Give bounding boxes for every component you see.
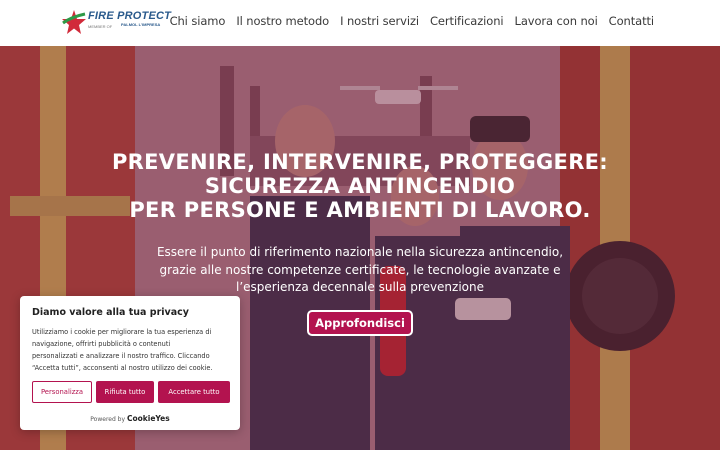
hero-title-line: SICUREZZA ANTINCENDIO [204, 174, 516, 198]
approfondisci-button[interactable]: Approfondisci [307, 310, 413, 336]
cookie-text-line: Utilizziamo i cookie per migliorare la t… [32, 328, 212, 336]
cookie-text-line: “Accetta tutti”, acconsenti al nostro ut… [32, 364, 213, 372]
cookie-description: Utilizziamo i cookie per migliorare la t… [32, 326, 232, 374]
logo-name: FIRE PROTECT [88, 10, 172, 22]
powered-prefix: Powered by [90, 416, 126, 423]
nav-item-contatti[interactable]: Contatti [609, 14, 654, 28]
nav-item-certificazioni[interactable]: Certificazioni [430, 14, 504, 28]
hero-title-line: PER PERSONE E AMBIENTI DI LAVORO. [129, 198, 591, 222]
nav-item-servizi[interactable]: I nostri servizi [340, 14, 419, 28]
cookie-text-line: navigazione, offrirti pubblicità o conte… [32, 340, 171, 348]
main-nav: Chi siamo Il nostro metodo I nostri serv… [170, 14, 655, 28]
cookie-buttons: Personalizza Rifiuta tutto Accettare tut… [32, 381, 230, 403]
logo-mark: PALMOL L'IMPRESA [121, 22, 161, 27]
powered-by: Powered by CookieYes [20, 414, 240, 423]
reject-all-button[interactable]: Rifiuta tutto [96, 381, 154, 403]
nav-item-lavora-con-noi[interactable]: Lavora con noi [515, 14, 598, 28]
customize-button[interactable]: Personalizza [32, 381, 92, 403]
cookie-text-line: personalizzati e analizzare il nostro tr… [32, 352, 210, 360]
cookieyes-brand[interactable]: CookieYes [127, 414, 170, 423]
hero-text-line: Essere il punto di riferimento nazionale… [156, 245, 564, 259]
nav-item-metodo[interactable]: Il nostro metodo [236, 14, 329, 28]
site-header: FIRE PROTECT MEMBER OF PALMOL L'IMPRESA … [0, 0, 720, 46]
nav-item-chi-siamo[interactable]: Chi siamo [170, 14, 226, 28]
hero-text-line: grazie alle nostre competenze certificat… [159, 262, 561, 277]
cookie-title: Diamo valore alla tua privacy [32, 307, 189, 318]
logo-subtext: MEMBER OF [88, 24, 113, 29]
hero-description: Essere il punto di riferimento nazionale… [130, 244, 590, 297]
accept-all-button[interactable]: Accettare tutto [158, 381, 230, 403]
cookie-consent-banner: Diamo valore alla tua privacy Utilizziam… [20, 296, 240, 430]
hero-title-line: PREVENIRE, INTERVENIRE, PROTEGGERE: [111, 150, 609, 174]
hero-text-line: l’esperienza decennale sulla prevenzione [236, 280, 484, 294]
site-logo[interactable]: FIRE PROTECT MEMBER OF PALMOL L'IMPRESA [61, 8, 171, 38]
hero-title: PREVENIRE, INTERVENIRE, PROTEGGERE: SICU… [60, 150, 660, 222]
star-logo-icon [62, 10, 86, 34]
